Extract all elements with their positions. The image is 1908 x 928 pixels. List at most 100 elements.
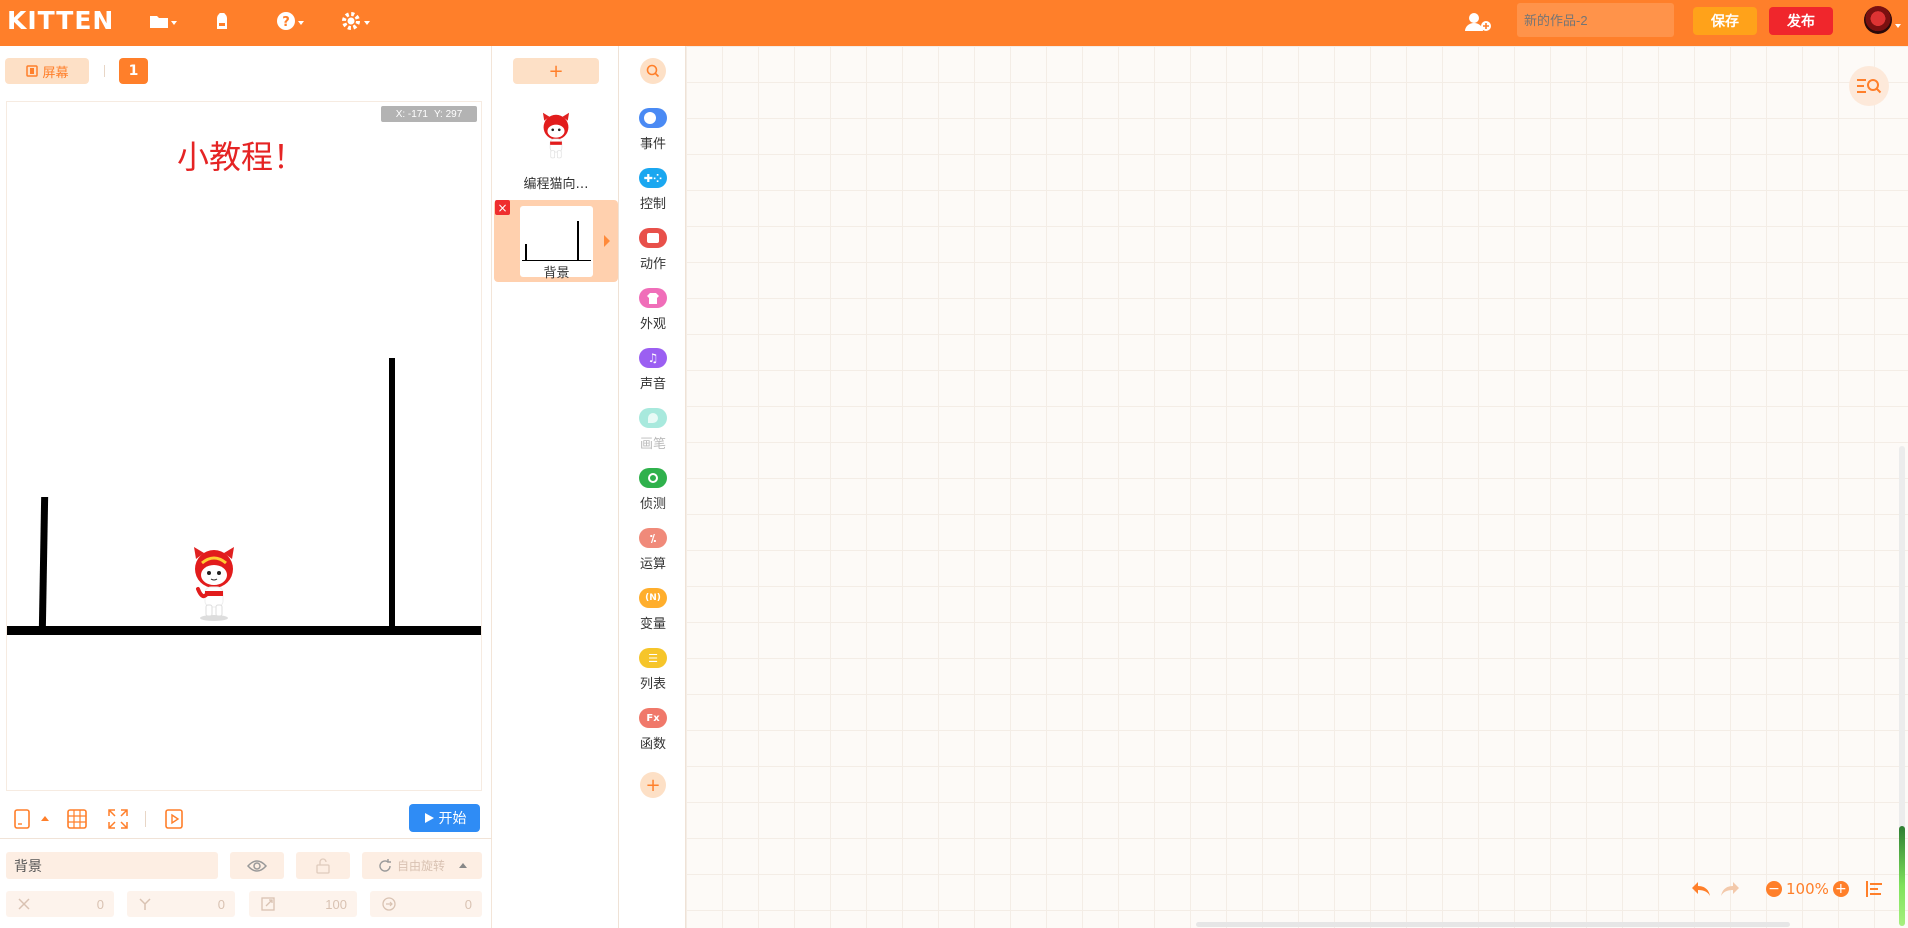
grid-icon[interactable] — [66, 808, 88, 830]
save-button[interactable]: 保存 — [1693, 7, 1757, 35]
category-label: 外观 — [639, 317, 666, 332]
category-control[interactable]: ✚⁘ 控制 — [620, 168, 686, 224]
redo-icon — [1721, 882, 1739, 896]
category-sound[interactable]: ♫ 声音 — [620, 348, 686, 404]
category-label: 事件 — [639, 137, 666, 152]
mouse-coordinates: X: -171 Y: 297 — [381, 106, 477, 122]
category-looks[interactable]: 外观 — [620, 288, 686, 344]
sprite-thumbnail — [542, 112, 570, 159]
sprite-name-input[interactable] — [6, 852, 218, 879]
screen-mode-button[interactable]: 屏幕 — [5, 58, 89, 84]
stage-canvas[interactable]: X: -171 Y: 297 小教程！ — [6, 101, 482, 791]
vertical-scrollbar[interactable] — [1899, 446, 1905, 926]
rotation-mode-label: 自由旋转 — [396, 859, 445, 873]
visibility-toggle[interactable] — [230, 852, 284, 879]
gamepad-icon: ✚⁘ — [639, 168, 667, 188]
stage-panel: 屏幕 1 X: -171 Y: 297 小教程！ 开始 背景 自由旋转 0 0 … — [0, 46, 492, 928]
chevron-up-icon[interactable] — [41, 816, 49, 821]
category-sensing[interactable]: 侦测 — [620, 468, 686, 524]
category-label: 运算 — [639, 557, 666, 572]
category-motion[interactable]: 动作 — [620, 228, 686, 284]
background-thumbnail: 背景 — [520, 206, 593, 281]
record-screen-icon[interactable] — [163, 808, 185, 830]
publish-button[interactable]: 发布 — [1769, 7, 1833, 35]
category-label: 控制 — [639, 197, 666, 212]
settings-menu-button[interactable] — [340, 9, 370, 33]
svg-text:?: ? — [282, 15, 290, 30]
stage-toolbar: 开始 — [0, 798, 492, 838]
scene-number-button[interactable]: 1 — [119, 58, 148, 84]
app-root: KITTEN ? 保存 发布 屏幕 1 — [0, 0, 1908, 928]
zoom-in-button[interactable]: + — [1832, 881, 1849, 897]
category-functions[interactable]: Fx 函数 — [620, 708, 686, 764]
x-icon — [18, 898, 30, 910]
x-value: 0 — [96, 896, 104, 912]
block-finder-button[interactable] — [1849, 66, 1889, 106]
chevron-right-icon[interactable] — [604, 235, 610, 247]
start-button[interactable]: 开始 — [409, 804, 480, 832]
cat-sprite[interactable] — [188, 545, 240, 623]
avatar[interactable] — [1864, 6, 1892, 34]
project-title-input[interactable] — [1517, 3, 1674, 37]
scale-icon — [261, 897, 275, 911]
category-lists[interactable]: ☰ 列表 — [620, 648, 686, 704]
rotation-mode-select[interactable]: 自由旋转 — [362, 852, 482, 879]
backpack-icon — [217, 13, 227, 29]
category-label: 声音 — [639, 377, 666, 392]
app-logo: KITTEN — [7, 6, 115, 35]
device-icon[interactable] — [11, 808, 33, 830]
category-events[interactable]: 事件 — [620, 108, 686, 164]
y-value: 0 — [217, 896, 225, 912]
redo-button[interactable] — [1719, 878, 1741, 900]
screen-rotate-icon — [26, 65, 39, 77]
category-label: 侦测 — [639, 497, 666, 512]
y-position-field[interactable]: 0 — [127, 891, 235, 917]
help-icon: ? — [277, 12, 295, 30]
zoom-control: − 100% + — [1766, 878, 1849, 900]
category-pen[interactable]: 画笔 — [620, 408, 686, 464]
category-label: 函数 — [639, 737, 666, 752]
music-note-icon: ♫ — [639, 348, 667, 368]
sprite-list-panel: + 编程猫向… × 背景 — [493, 46, 619, 928]
x-position-field[interactable]: 0 — [6, 891, 114, 917]
lock-toggle[interactable] — [296, 852, 350, 879]
undo-button[interactable] — [1690, 878, 1712, 900]
play-icon — [424, 813, 434, 823]
function-icon: Fx — [639, 708, 667, 728]
category-variables[interactable]: (N) 变量 — [620, 588, 686, 644]
zoom-out-button[interactable]: − — [1766, 881, 1782, 897]
direction-field[interactable]: 0 — [370, 891, 482, 917]
block-search-button[interactable] — [640, 58, 666, 84]
close-icon[interactable]: × — [495, 200, 510, 215]
y-icon — [139, 898, 151, 910]
size-field[interactable]: 100 — [249, 891, 357, 917]
list-icon: ☰ — [639, 648, 667, 668]
backpack-button[interactable] — [212, 9, 232, 33]
stage-title-text: 小教程！ — [177, 138, 306, 176]
rotate-icon — [379, 858, 391, 872]
file-menu-button[interactable] — [149, 9, 177, 33]
start-label: 开始 — [438, 811, 467, 827]
pen-icon — [639, 408, 667, 428]
scroll-thumb[interactable] — [1899, 826, 1905, 926]
add-user-icon — [1465, 13, 1491, 31]
align-blocks-button[interactable] — [1866, 878, 1884, 900]
category-operators[interactable]: ⁒ 运算 — [620, 528, 686, 584]
chevron-up-icon — [459, 863, 467, 868]
category-label: 动作 — [639, 257, 666, 272]
add-extension-button[interactable]: + — [640, 772, 666, 798]
folder-icon — [150, 16, 168, 28]
code-workspace[interactable]: − 100% + — [686, 46, 1908, 928]
sprite-card[interactable]: 编程猫向… — [513, 104, 599, 192]
search-icon — [646, 64, 660, 78]
add-collaborator-button[interactable] — [1465, 10, 1491, 34]
screen-mode-label: 屏幕 — [42, 65, 69, 81]
add-sprite-button[interactable]: + — [513, 58, 599, 84]
direction-value: 0 — [464, 896, 472, 912]
divider — [0, 838, 492, 839]
fullscreen-icon[interactable] — [107, 808, 129, 830]
horizontal-scrollbar[interactable] — [1196, 922, 1790, 927]
background-card[interactable]: × 背景 — [494, 200, 618, 282]
category-label: 列表 — [639, 677, 666, 692]
help-menu-button[interactable]: ? — [276, 9, 304, 33]
